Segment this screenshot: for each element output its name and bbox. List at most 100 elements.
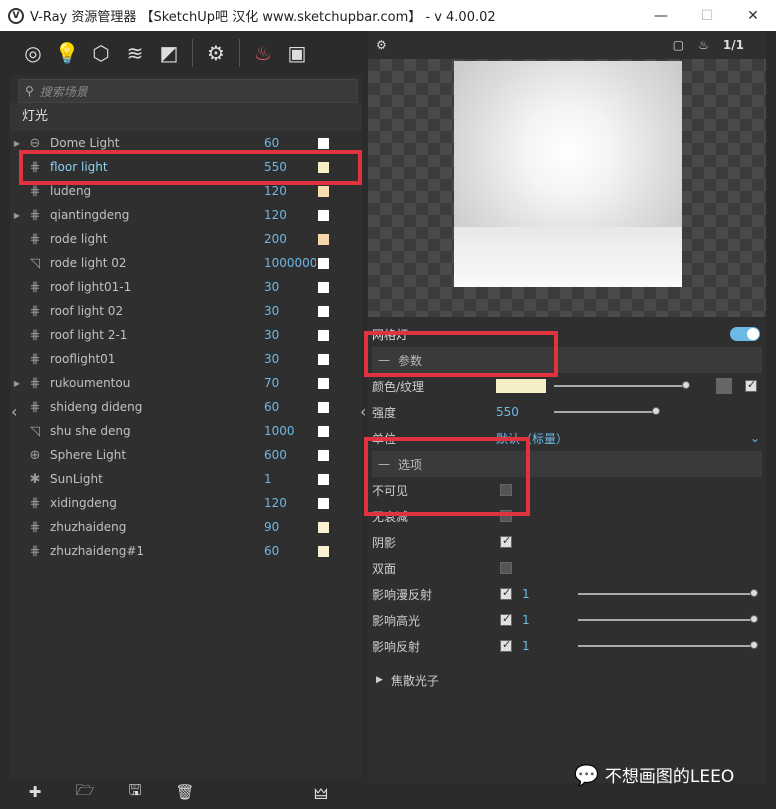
light-intensity-value[interactable]: 30 (264, 304, 316, 318)
preview-scale-label[interactable]: 1/1 (723, 38, 744, 52)
affect-specular-slider[interactable] (578, 619, 754, 621)
chevron-down-icon[interactable]: ⌄ (750, 431, 760, 445)
light-intensity-value[interactable]: 1000 (264, 424, 316, 438)
preview-toggle-icon[interactable]: ⚙ (376, 38, 387, 52)
delete-icon[interactable]: 🗑 (160, 783, 210, 801)
light-row[interactable]: ▶ ⋕ rukoumentou 70 (10, 371, 362, 395)
expand-arrow-icon[interactable]: ▶ (10, 211, 24, 220)
affect-diffuse-value[interactable]: 1 (522, 587, 530, 601)
light-row[interactable]: ⋕ zhuzhaideng 90 (10, 515, 362, 539)
light-color-swatch[interactable] (318, 209, 329, 221)
light-color-swatch[interactable] (318, 329, 329, 341)
slider-knob[interactable] (682, 381, 690, 389)
affect-reflection-checkbox[interactable] (500, 638, 512, 652)
light-intensity-value[interactable]: 60 (264, 136, 316, 150)
light-intensity-value[interactable]: 120 (264, 208, 316, 222)
collapse-middle-icon[interactable]: ‹ (360, 402, 366, 421)
light-color-swatch[interactable] (318, 185, 329, 197)
light-intensity-value[interactable]: 600 (264, 448, 316, 462)
slider-knob[interactable] (750, 641, 758, 649)
light-color-swatch[interactable] (318, 233, 329, 245)
light-intensity-value[interactable]: 1000000( (264, 256, 316, 270)
light-color-swatch[interactable] (318, 305, 329, 317)
light-color-swatch[interactable] (318, 497, 329, 509)
light-color-swatch[interactable] (318, 353, 329, 365)
geometry-icon[interactable]: ⬡ (84, 36, 118, 70)
light-row[interactable]: ⋕ rooflight01 30 (10, 347, 362, 371)
double-sided-checkbox[interactable] (500, 562, 512, 574)
light-intensity-value[interactable]: 30 (264, 352, 316, 366)
light-color-swatch[interactable] (318, 281, 329, 293)
texture-enable-checkbox[interactable] (745, 378, 757, 392)
light-row[interactable]: ⋕ roof light 2-1 30 (10, 323, 362, 347)
preview-region-icon[interactable]: ▢ (673, 38, 684, 52)
affect-specular-value[interactable]: 1 (522, 613, 530, 627)
light-color-swatch[interactable] (318, 377, 329, 389)
open-folder-icon[interactable]: 🗁 (60, 780, 110, 805)
light-color-swatch[interactable] (318, 425, 329, 437)
collapse-left-icon[interactable]: ‹ (11, 402, 17, 421)
light-color-swatch[interactable] (318, 545, 329, 557)
affect-specular-checkbox[interactable] (500, 612, 512, 626)
texture-slot-icon[interactable] (716, 378, 732, 394)
maximize-button[interactable]: ☐ (684, 0, 730, 31)
light-enable-toggle[interactable] (730, 327, 760, 341)
light-row[interactable]: ⋕ rode light 200 (10, 227, 362, 251)
search-field[interactable]: ⚲ 搜索场景 (18, 79, 358, 103)
light-intensity-value[interactable]: 30 (264, 280, 316, 294)
slider-knob[interactable] (750, 615, 758, 623)
light-intensity-value[interactable]: 120 (264, 496, 316, 510)
light-intensity-value[interactable]: 60 (264, 400, 316, 414)
light-row[interactable]: ⋕ zhuzhaideng#1 60 (10, 539, 362, 563)
light-row[interactable]: ✱ SunLight 1 (10, 467, 362, 491)
layers-icon[interactable]: ≋ (118, 36, 152, 70)
light-row[interactable]: ⋕ roof light01-1 30 (10, 275, 362, 299)
shadow-checkbox[interactable] (500, 534, 512, 548)
light-color-swatch[interactable] (318, 521, 329, 533)
light-row[interactable]: ⋕ xidingdeng 120 (10, 491, 362, 515)
light-row[interactable]: ⋕ shideng dideng 60 (10, 395, 362, 419)
light-color-swatch[interactable] (318, 401, 329, 413)
color-swatch[interactable] (496, 379, 546, 393)
light-intensity-value[interactable]: 30 (264, 328, 316, 342)
light-intensity-value[interactable]: 120 (264, 184, 316, 198)
light-color-swatch[interactable] (318, 137, 329, 149)
slider-knob[interactable] (750, 589, 758, 597)
light-color-swatch[interactable] (318, 473, 329, 485)
affect-diffuse-slider[interactable] (578, 593, 754, 595)
light-color-swatch[interactable] (318, 257, 329, 269)
intensity-value[interactable]: 550 (496, 405, 519, 419)
expand-arrow-icon[interactable]: ▶ (10, 139, 24, 148)
light-row[interactable]: ⊕ Sphere Light 600 (10, 443, 362, 467)
render-elements-icon[interactable]: ◩ (152, 36, 186, 70)
light-intensity-value[interactable]: 60 (264, 544, 316, 558)
slider-knob[interactable] (652, 407, 660, 415)
light-intensity-value[interactable]: 90 (264, 520, 316, 534)
light-intensity-value[interactable]: 200 (264, 232, 316, 246)
light-row[interactable]: ⋕ roof light 02 30 (10, 299, 362, 323)
intensity-slider[interactable] (554, 411, 658, 413)
affect-diffuse-checkbox[interactable] (500, 586, 512, 600)
light-row[interactable]: ◹ rode light 02 1000000( (10, 251, 362, 275)
frame-buffer-icon[interactable]: ▣ (280, 36, 314, 70)
light-row[interactable]: ▶ ⋕ qiantingdeng 120 (10, 203, 362, 227)
light-intensity-value[interactable]: 1 (264, 472, 316, 486)
lights-icon[interactable]: 💡 (50, 36, 84, 70)
expand-arrow-icon[interactable]: ▶ (10, 379, 24, 388)
save-icon[interactable]: 🖫 (110, 780, 160, 805)
settings-icon[interactable]: ⚙ (199, 36, 233, 70)
affect-reflection-value[interactable]: 1 (522, 639, 530, 653)
purge-broom-icon[interactable]: 🜲 (296, 777, 346, 808)
caustics-section-header[interactable]: ▶ 焦散光子 (368, 667, 766, 693)
add-light-icon[interactable]: ✚ (10, 783, 60, 801)
light-intensity-value[interactable]: 70 (264, 376, 316, 390)
light-row[interactable]: ◹ shu she deng 1000 (10, 419, 362, 443)
light-color-swatch[interactable] (318, 449, 329, 461)
minimize-button[interactable]: — (638, 0, 684, 31)
texture-mult-slider[interactable] (554, 385, 686, 387)
affect-reflection-slider[interactable] (578, 645, 754, 647)
materials-icon[interactable]: ◎ (16, 36, 50, 70)
render-teapot-icon[interactable]: ♨ (246, 36, 280, 70)
close-button[interactable]: ✕ (730, 0, 776, 31)
preview-teapot-icon[interactable]: ♨ (698, 38, 709, 52)
